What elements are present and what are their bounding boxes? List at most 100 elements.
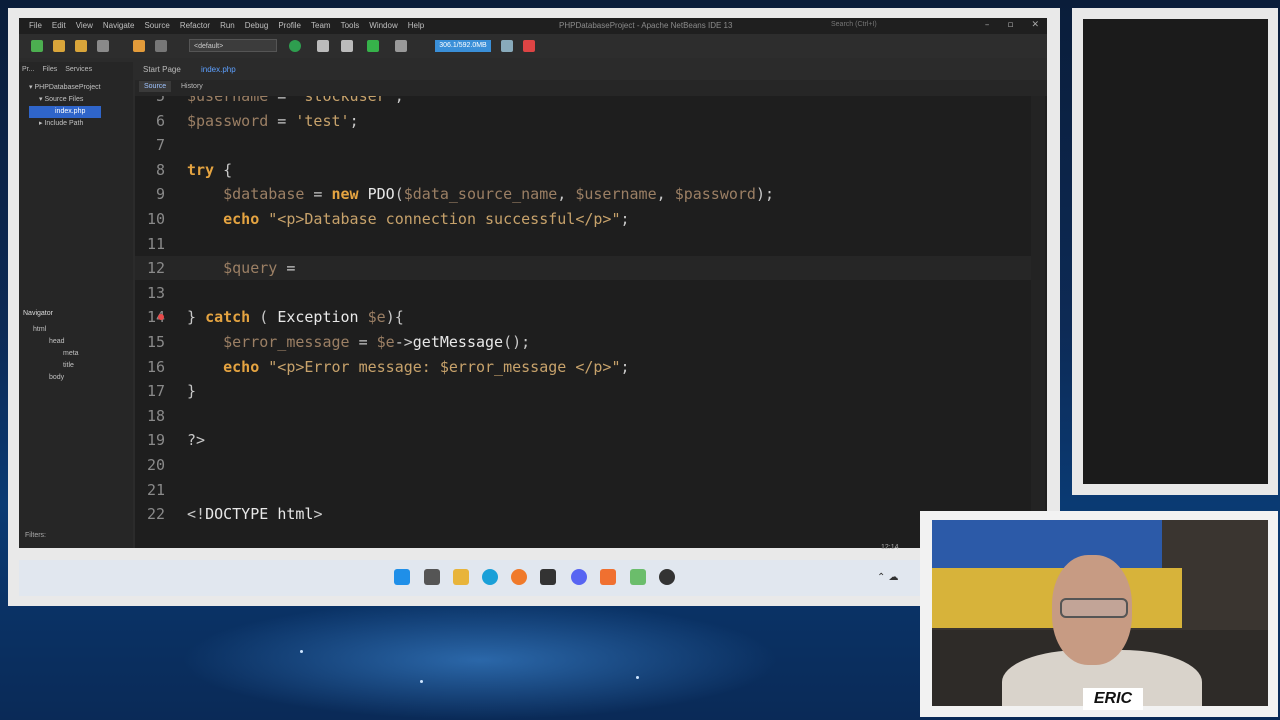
tab-history[interactable]: History	[181, 83, 203, 90]
navigator-tree: html head meta title body	[33, 324, 79, 384]
code-line[interactable]: 6 $password = 'test';	[135, 109, 1035, 133]
netbeans-icon[interactable]	[630, 569, 646, 585]
line-number: 8	[155, 160, 165, 179]
minimize-icon[interactable]: –	[985, 20, 990, 30]
folder-icon[interactable]	[453, 569, 469, 585]
code-line[interactable]: 21	[135, 478, 1035, 502]
new-project-icon[interactable]	[31, 40, 43, 52]
nav-item-html[interactable]: html	[33, 324, 79, 336]
memory-indicator[interactable]: 306.1/592.0MB	[435, 40, 491, 52]
tree-item-index-php[interactable]: index.php	[29, 106, 101, 118]
save-all-icon[interactable]	[97, 40, 109, 52]
line-number: 5	[155, 96, 165, 105]
gc-icon[interactable]	[501, 40, 513, 52]
nav-item-head[interactable]: head	[33, 336, 79, 348]
line-number: 16	[146, 357, 165, 376]
status-bar: 12:14	[135, 542, 1047, 556]
menu-edit[interactable]: Edit	[52, 21, 66, 30]
tab-projects[interactable]: Pr...	[22, 66, 34, 73]
menu-help[interactable]: Help	[408, 21, 424, 30]
code-line[interactable]: 12 $query =	[135, 256, 1035, 281]
terminal-icon[interactable]	[424, 569, 440, 585]
editor-toolbar: Source History	[135, 80, 1047, 96]
line-number: 7	[155, 136, 165, 155]
code-line[interactable]: 18	[135, 404, 1035, 428]
build-icon[interactable]	[317, 40, 329, 52]
editor-scrollbar[interactable]	[1031, 96, 1045, 534]
clean-build-icon[interactable]	[341, 40, 353, 52]
tab-source[interactable]: Source	[139, 81, 172, 92]
code-text: }	[187, 382, 197, 401]
code-line[interactable]: 13	[135, 281, 1035, 305]
console-icon[interactable]	[540, 569, 556, 585]
menu-tools[interactable]: Tools	[341, 21, 360, 30]
menu-refactor[interactable]: Refactor	[180, 21, 210, 30]
new-file-icon[interactable]	[53, 40, 65, 52]
start-icon[interactable]	[394, 569, 410, 585]
code-line[interactable]: 5 $username = 'stockuser';	[135, 96, 1035, 108]
browser-icon[interactable]	[289, 40, 301, 52]
side-window	[1083, 19, 1268, 484]
code-line[interactable]: 8 try {	[135, 158, 1035, 182]
window-title: PHPDatabaseProject - Apache NetBeans IDE…	[559, 21, 733, 30]
code-line[interactable]: 14} catch ( Exception $e){	[135, 305, 1035, 329]
tree-item-include-path[interactable]: ▸ Include Path	[29, 118, 101, 130]
code-line[interactable]: 20	[135, 453, 1035, 477]
obs-icon[interactable]	[659, 569, 675, 585]
navigator-title[interactable]: Navigator	[23, 310, 53, 317]
tab-start-page[interactable]: Start Page	[143, 65, 181, 74]
code-text: echo "<p>Database connection successful<…	[223, 210, 630, 228]
menu-team[interactable]: Team	[311, 21, 331, 30]
code-line[interactable]: 19 ?>	[135, 428, 1035, 452]
nav-item-body[interactable]: body	[33, 372, 79, 384]
menu-profile[interactable]: Profile	[278, 21, 301, 30]
line-number: 22	[146, 505, 165, 524]
cursor-position: 12:14	[881, 544, 899, 551]
menu-debug[interactable]: Debug	[245, 21, 269, 30]
firefox-icon[interactable]	[511, 569, 527, 585]
menu-run[interactable]: Run	[220, 21, 235, 30]
maximize-icon[interactable]: ▫	[1007, 20, 1013, 30]
line-number: 21	[146, 480, 165, 499]
close-icon[interactable]: ✕	[1031, 20, 1039, 30]
run-icon[interactable]	[367, 40, 379, 52]
tab-index-php[interactable]: index.php	[201, 65, 236, 74]
tree-item-project[interactable]: ▾ PHPDatabaseProject	[29, 82, 101, 94]
code-line[interactable]: 9 $database = new PDO($data_source_name,…	[135, 182, 1035, 206]
menu-navigate[interactable]: Navigate	[103, 21, 135, 30]
tab-services[interactable]: Services	[65, 66, 92, 73]
code-line[interactable]: 10 echo "<p>Database connection successf…	[135, 207, 1035, 231]
tab-files[interactable]: Files	[42, 66, 57, 73]
code-line[interactable]: 15 $error_message = $e->getMessage();	[135, 330, 1035, 354]
open-project-icon[interactable]	[75, 40, 87, 52]
code-line[interactable]: 22 <!DOCTYPE html>	[135, 502, 1035, 526]
code-text: $username = 'stockuser';	[187, 96, 404, 105]
line-number: 15	[146, 333, 165, 351]
search-input[interactable]: Search (Ctrl+I)	[831, 21, 961, 31]
code-area[interactable]: 5 $username = 'stockuser'; 6 $password = 't…	[135, 96, 1035, 534]
tree-item-source-files[interactable]: ▾ Source Files	[29, 94, 101, 106]
code-line[interactable]: 17}	[135, 379, 1035, 403]
config-select[interactable]: <default>	[189, 39, 277, 52]
undo-icon[interactable]	[133, 40, 145, 52]
menu-view[interactable]: View	[76, 21, 93, 30]
menu-window[interactable]: Window	[369, 21, 397, 30]
profile-icon[interactable]	[523, 40, 535, 52]
code-line[interactable]: 7	[135, 133, 1035, 157]
nav-item-meta[interactable]: meta	[33, 348, 79, 360]
webcam-name-label: ERIC	[1083, 688, 1143, 710]
code-text: echo "<p>Error message: $error_message <…	[223, 357, 630, 376]
redo-icon[interactable]	[155, 40, 167, 52]
nav-item-title[interactable]: title	[33, 360, 79, 372]
debug-icon[interactable]	[395, 40, 407, 52]
menu-source[interactable]: Source	[144, 21, 169, 30]
code-line[interactable]: 11	[135, 232, 1035, 256]
edge-icon[interactable]	[482, 569, 498, 585]
discord-icon[interactable]	[571, 569, 587, 585]
system-tray[interactable]: ⌃ ☁	[877, 572, 899, 583]
line-number: 13	[146, 283, 165, 302]
menu-file[interactable]: File	[29, 21, 42, 30]
code-line[interactable]: 16 echo "<p>Error message: $error_messag…	[135, 355, 1035, 379]
xampp-icon[interactable]	[600, 569, 616, 585]
code-text: try {	[187, 160, 233, 179]
